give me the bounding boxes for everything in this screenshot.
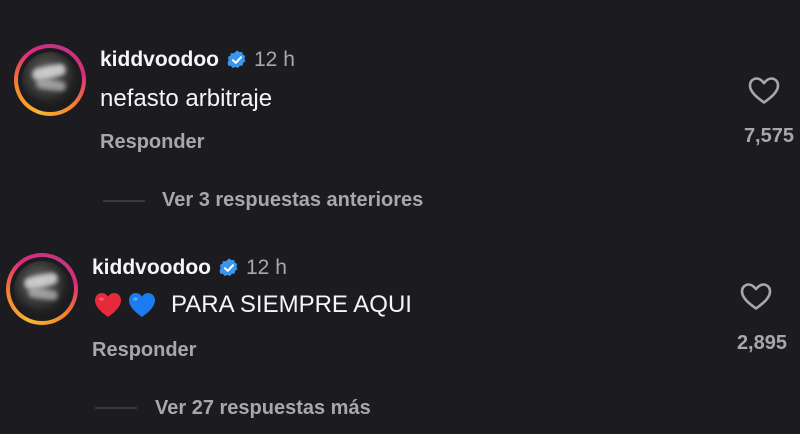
timestamp: 12 h [254,48,295,71]
comment-header: kiddvoodoo 12 h [100,45,295,75]
red-heart-emoji-icon [95,293,121,317]
blue-heart-emoji-icon [129,293,155,317]
comment-body: PARA SIEMPRE AQUI [171,291,412,318]
like-count: 7,575 [743,125,794,147]
comment-text: nefasto arbitraje [100,84,272,114]
avatar-ring-gap [18,48,82,112]
comment-text: PARA SIEMPRE AQUI [93,288,412,322]
view-replies-button[interactable]: Ver 27 respuestas más [155,397,371,420]
reply-button[interactable]: Responder [92,339,196,362]
like-count: 2,895 [736,332,787,354]
view-replies-button[interactable]: Ver 3 respuestas anteriores [162,189,423,212]
thread-line [95,407,137,409]
avatar-ring-gap [10,257,74,321]
reply-button[interactable]: Responder [100,131,204,154]
thread-line [103,200,145,202]
comment-header: kiddvoodoo 12 h [92,253,287,283]
username[interactable]: kiddvoodoo [92,256,211,280]
comment-body: nefasto arbitraje [100,85,273,112]
avatar[interactable] [6,253,78,325]
verified-badge-icon [219,258,238,276]
avatar[interactable] [14,44,86,116]
avatar-photo [22,52,78,108]
verified-badge-icon [227,50,246,68]
avatar-photo [14,261,70,317]
timestamp: 12 h [246,256,287,279]
comments-panel: kiddvoodoo 12 h nefasto arbitraje Respon… [0,0,800,434]
heart-outline-icon[interactable] [747,75,781,105]
heart-outline-icon[interactable] [739,281,773,311]
username[interactable]: kiddvoodoo [100,48,219,72]
